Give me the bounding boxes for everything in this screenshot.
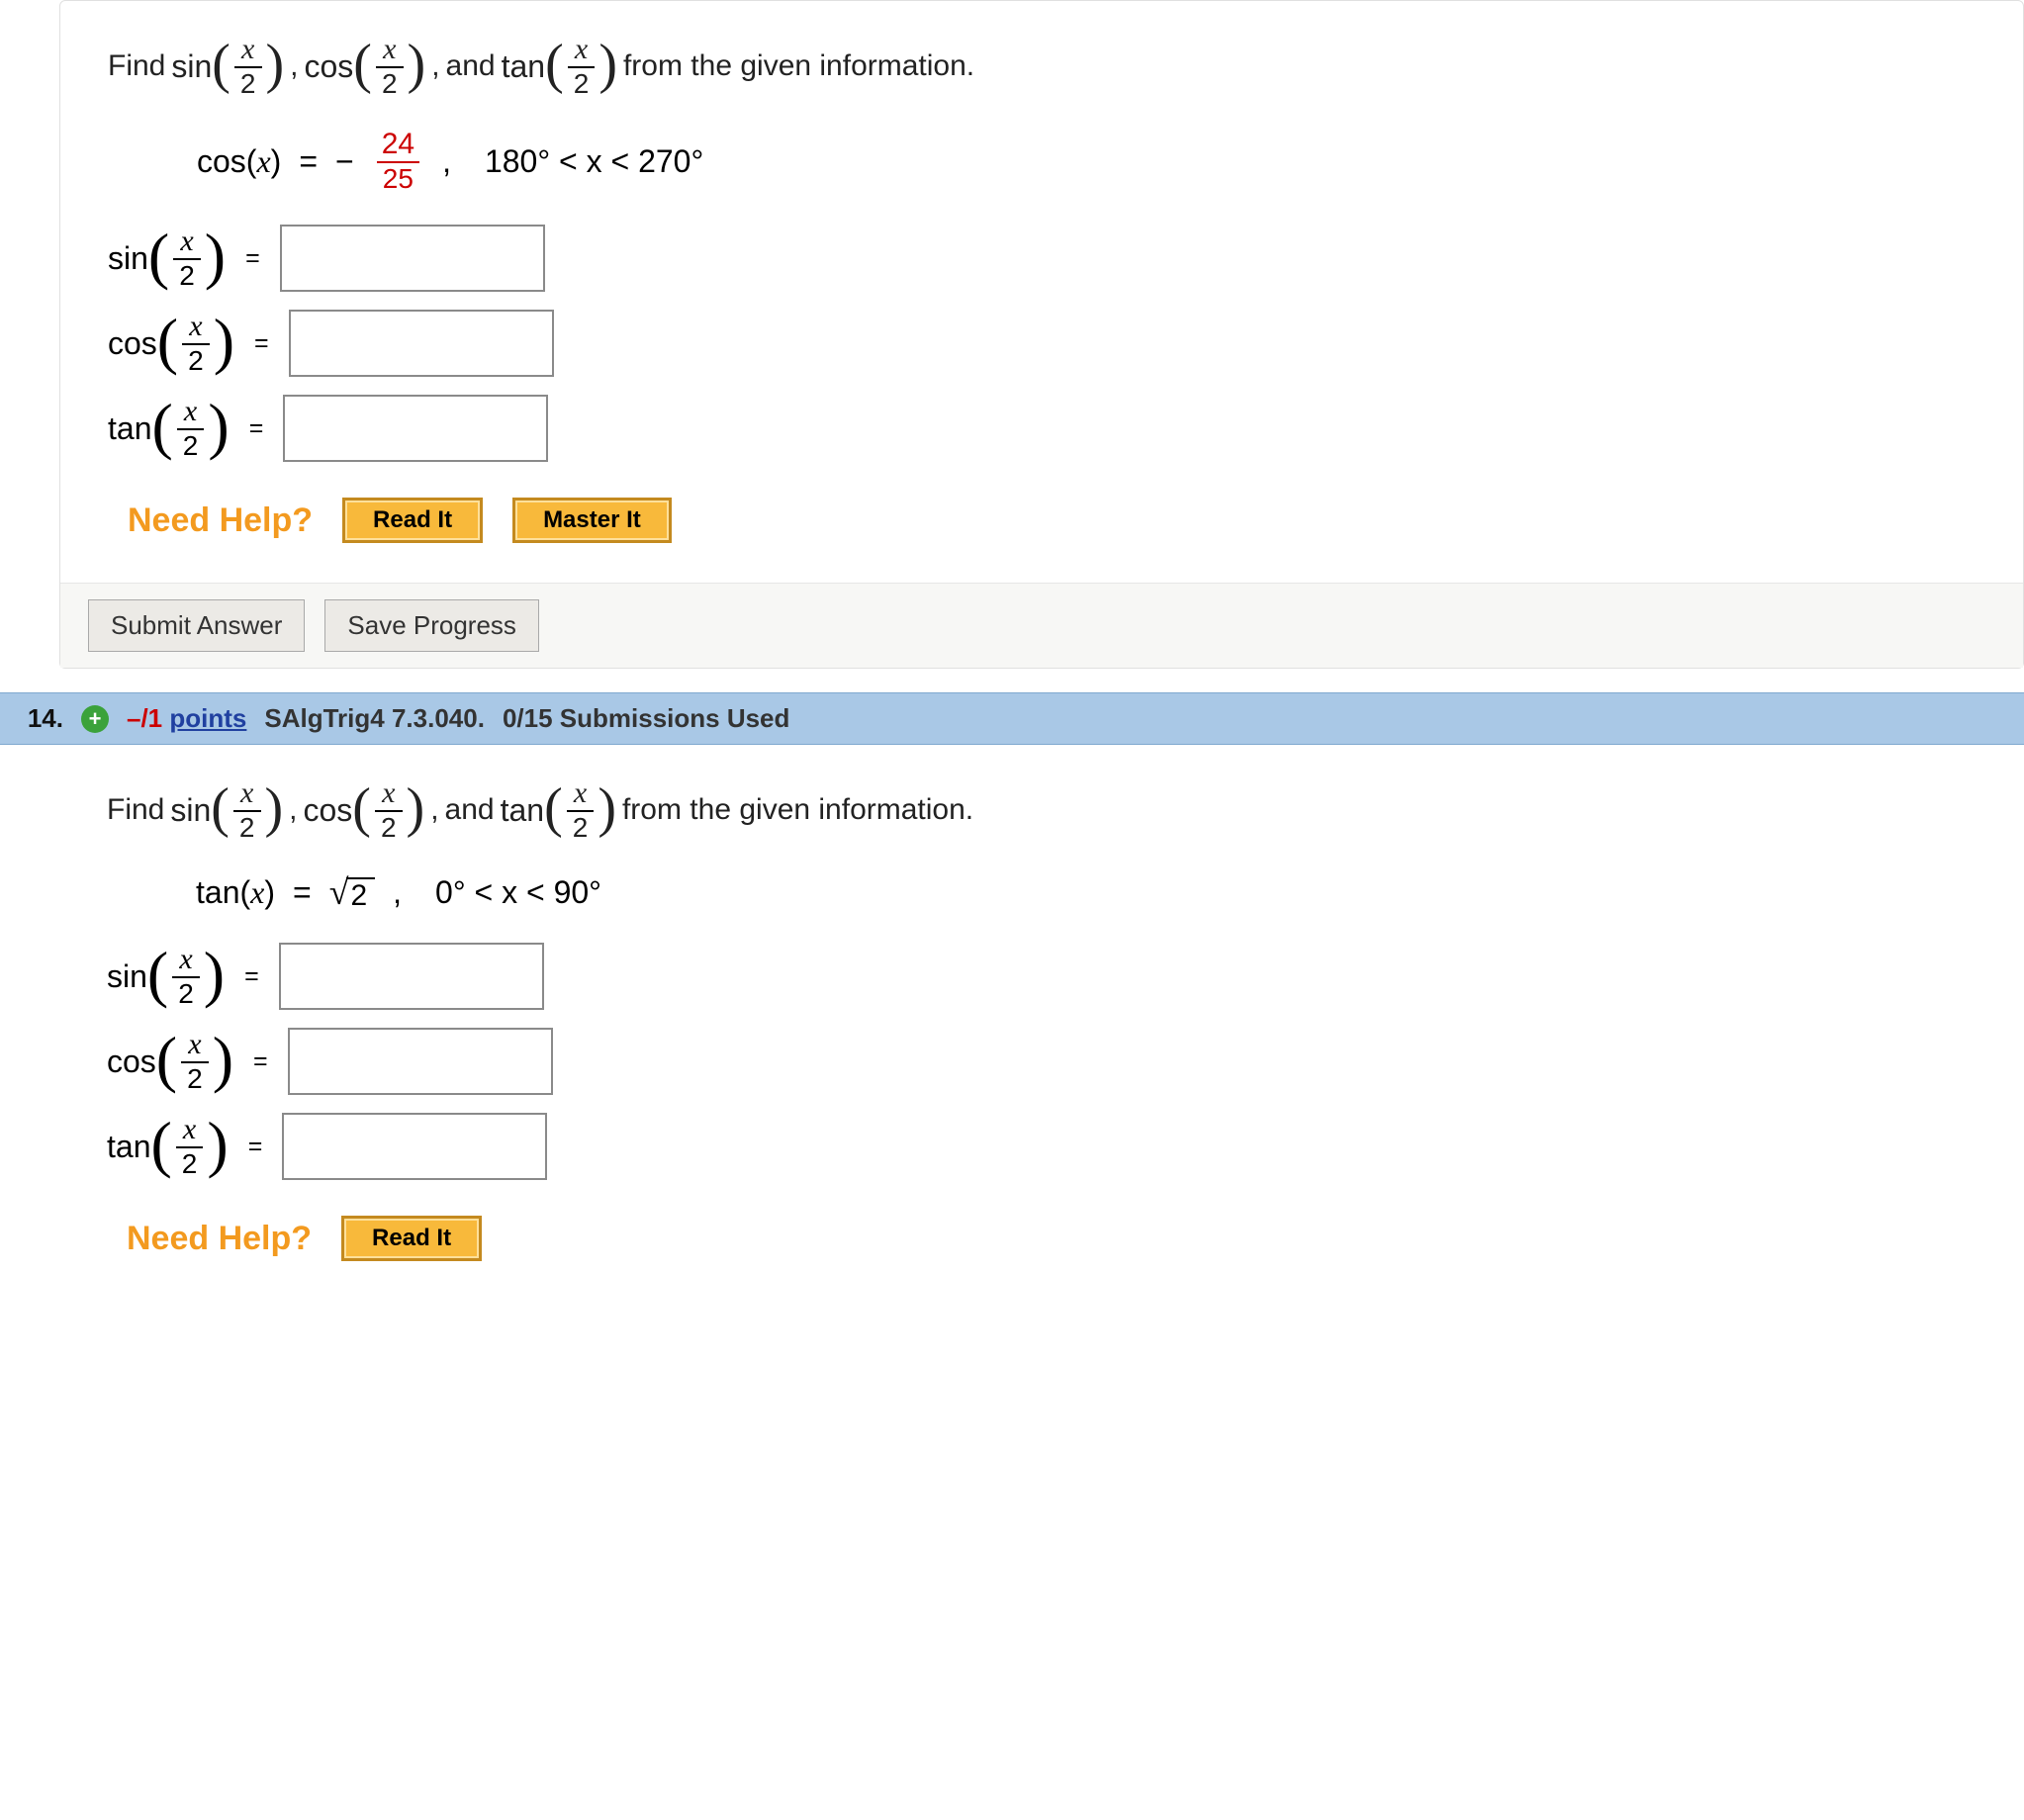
equals-sign: = [293, 874, 312, 911]
comma-text: , [430, 793, 438, 827]
equals-sign: = [253, 1047, 268, 1076]
points-label: –/1 points [127, 703, 246, 734]
question-number: 14. [14, 703, 63, 734]
prompt-text: Find [108, 49, 165, 83]
label-tan-half: tan ( x2 ) [107, 1113, 229, 1180]
q14-given: tan(x) = √2 , 0° < x < 90° [196, 871, 2000, 913]
prompt-text: Find [107, 793, 164, 827]
q13-given: cos(x) = − 24 25 , 180° < x < 270° [197, 128, 1999, 195]
answer-row-tan: tan ( x2 ) = [107, 1113, 2000, 1180]
equals-sign: = [254, 329, 269, 358]
submissions-used: 0/15 Submissions Used [503, 703, 789, 734]
submit-bar: Submit Answer Save Progress [60, 583, 2023, 668]
given-lhs: tan(x) [196, 874, 275, 911]
question-ref: SAlgTrig4 7.3.040. [264, 703, 485, 734]
label-sin-half: sin ( x2 ) [107, 943, 225, 1010]
equals-sign: = [244, 962, 259, 991]
question-13-body: Find sin ( x2 ) , cos ( x2 ) , and tan (… [60, 1, 2023, 543]
expr-sin-half: sin ( x2 ) [170, 776, 283, 844]
save-progress-button[interactable]: Save Progress [324, 599, 539, 652]
expand-icon[interactable]: + [81, 705, 109, 733]
fn-sin: sin [171, 48, 212, 85]
answer-input-cos[interactable] [288, 1028, 553, 1095]
expr-tan-half: tan ( x2 ) [501, 776, 616, 844]
answer-row-sin: sin ( x2 ) = [107, 943, 2000, 1010]
help-row: Need Help? Read It Master It [128, 498, 1999, 543]
equals-sign: = [248, 1133, 263, 1161]
answer-input-sin[interactable] [279, 943, 544, 1010]
need-help-label: Need Help? [128, 501, 313, 540]
prompt-text: and [445, 793, 495, 827]
negative-sign: − [335, 143, 354, 180]
expr-sin-half: sin ( x2 ) [171, 33, 284, 100]
question-13-card: Find sin ( x2 ) , cos ( x2 ) , and tan (… [59, 0, 2024, 669]
comma-text: , [431, 49, 439, 83]
answer-input-cos[interactable] [289, 310, 554, 377]
prompt-text: from the given information. [623, 49, 974, 83]
fn-cos: cos [305, 48, 354, 85]
read-it-button[interactable]: Read It [341, 1216, 482, 1261]
prompt-text: and [446, 49, 496, 83]
question-14-header: 14. + –/1 points SAlgTrig4 7.3.040. 0/15… [0, 692, 2024, 745]
answer-row-tan: tan ( x2 ) = [108, 395, 1999, 462]
comma-text: , [393, 874, 402, 911]
given-range: 0° < x < 90° [435, 874, 601, 911]
equals-sign: = [249, 414, 264, 443]
read-it-button[interactable]: Read It [342, 498, 483, 543]
expr-tan-half: tan ( x2 ) [502, 33, 617, 100]
answer-row-sin: sin ( x2 ) = [108, 225, 1999, 292]
answer-input-tan[interactable] [283, 395, 548, 462]
equals-sign: = [299, 143, 318, 180]
points-link[interactable]: points [169, 703, 246, 733]
label-cos-half: cos ( x2 ) [107, 1028, 233, 1095]
q13-prompt: Find sin ( x2 ) , cos ( x2 ) , and tan (… [108, 33, 1999, 100]
prompt-text: from the given information. [622, 793, 973, 827]
comma-text: , [290, 49, 298, 83]
answer-row-cos: cos ( x2 ) = [108, 310, 1999, 377]
answer-row-cos: cos ( x2 ) = [107, 1028, 2000, 1095]
given-lhs: cos(x) [197, 143, 281, 180]
master-it-button[interactable]: Master It [512, 498, 672, 543]
answer-input-tan[interactable] [282, 1113, 547, 1180]
label-cos-half: cos ( x2 ) [108, 310, 234, 377]
expr-cos-half: cos ( x2 ) [305, 33, 426, 100]
expr-cos-half: cos ( x2 ) [304, 776, 425, 844]
label-sin-half: sin ( x2 ) [108, 225, 226, 292]
given-fraction: 24 25 [376, 128, 420, 195]
help-row: Need Help? Read It [127, 1216, 2000, 1261]
given-range: 180° < x < 270° [485, 143, 703, 180]
q14-prompt: Find sin ( x2 ) , cos ( x2 ) , and tan (… [107, 776, 2000, 844]
equals-sign: = [245, 244, 260, 273]
comma-text: , [442, 143, 451, 180]
need-help-label: Need Help? [127, 1220, 312, 1258]
fn-tan: tan [502, 48, 545, 85]
submit-answer-button[interactable]: Submit Answer [88, 599, 305, 652]
label-tan-half: tan ( x2 ) [108, 395, 230, 462]
sqrt-icon: √2 [329, 871, 375, 913]
answer-input-sin[interactable] [280, 225, 545, 292]
comma-text: , [289, 793, 297, 827]
question-14-body: Find sin ( x2 ) , cos ( x2 ) , and tan (… [59, 745, 2024, 1261]
